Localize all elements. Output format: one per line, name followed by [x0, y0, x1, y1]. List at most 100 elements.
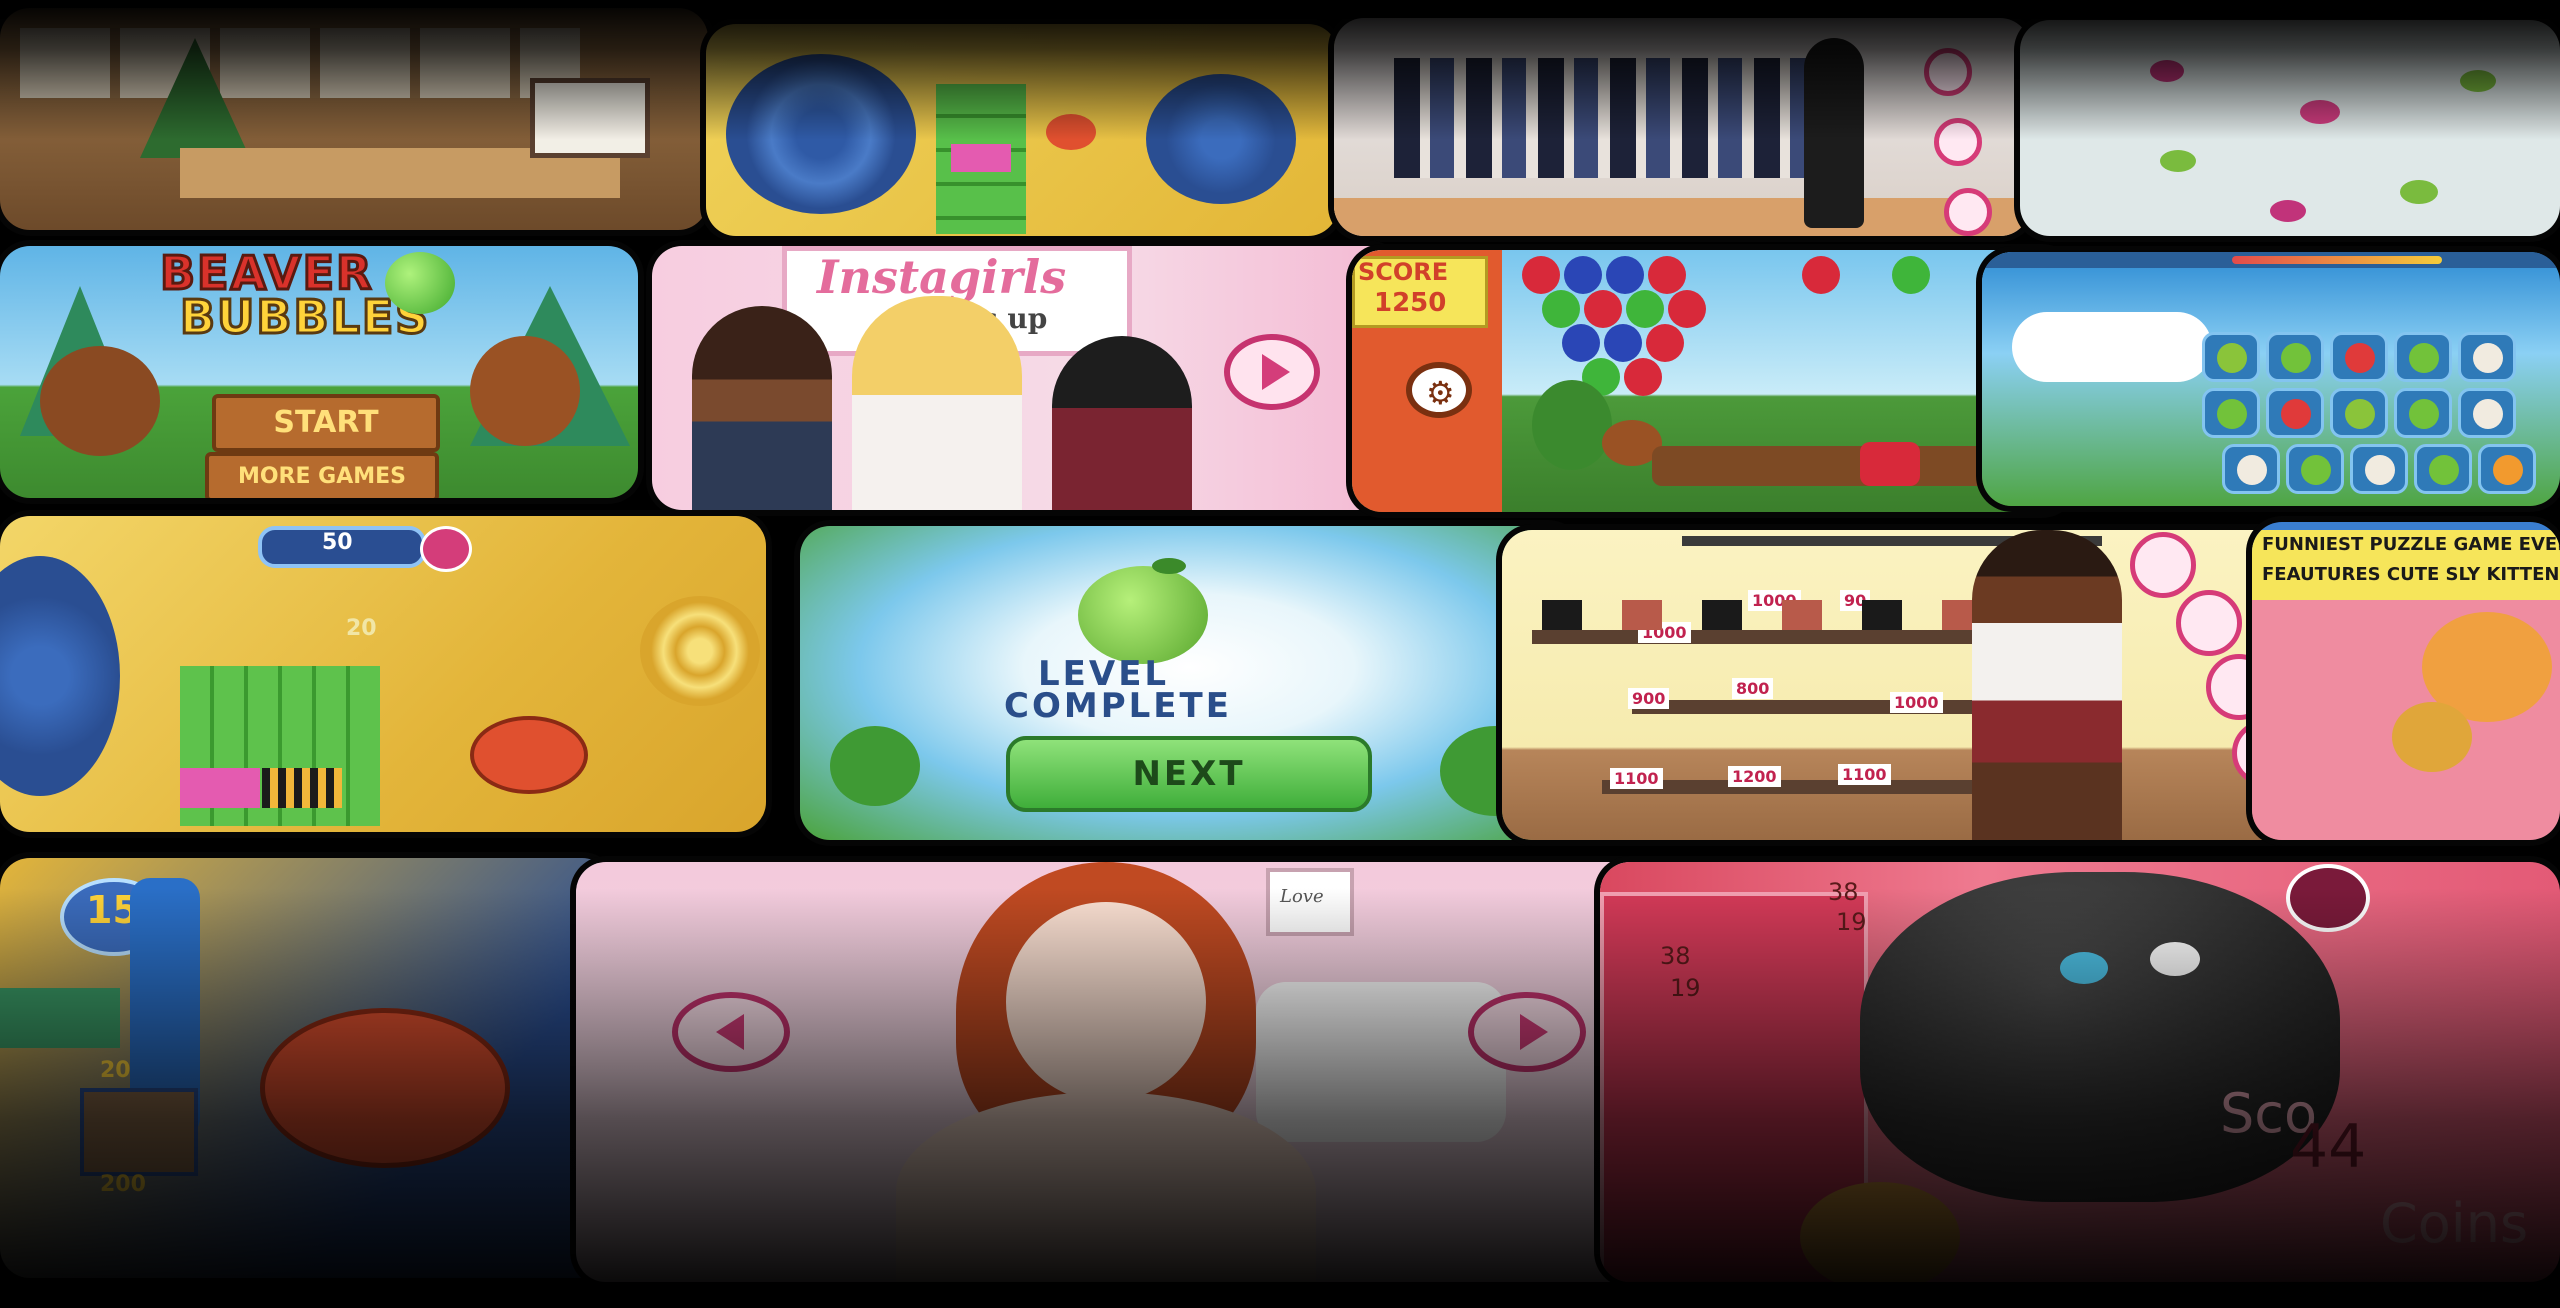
crab-character [470, 716, 588, 794]
pause-button[interactable] [2286, 864, 2370, 932]
game-tile-level-complete[interactable]: LEVEL COMPLETE NEXT [800, 526, 1578, 840]
avatar-photo [80, 1088, 198, 1176]
girl-face [1006, 902, 1206, 1102]
fruit-cell-kiwi[interactable] [2202, 332, 2260, 382]
next-icon [1520, 1014, 1548, 1050]
trophy-count-2: 38 [1828, 878, 1859, 906]
crab-small [1046, 114, 1096, 150]
category-dress-button[interactable] [2130, 532, 2196, 598]
black-cat [1860, 872, 2340, 1202]
category-top-button[interactable] [2176, 590, 2242, 656]
game-tile-block-puzzle-middle[interactable]: 50 20 [0, 516, 766, 832]
price-tag-7: 1100 [1610, 768, 1663, 789]
fruit-cell-apple[interactable] [2414, 444, 2472, 494]
green-block [0, 988, 120, 1048]
swirl-deco-right [1146, 74, 1296, 204]
fruit-cell-strawberry[interactable] [2330, 332, 2388, 382]
pause-button[interactable] [420, 526, 472, 572]
score-value: 44 [2290, 1112, 2367, 1182]
cat-eye-right [2150, 942, 2200, 976]
tree-left [830, 726, 920, 806]
game-tile-fruit-match[interactable] [1982, 252, 2560, 506]
fruit-cell-apple[interactable] [2266, 332, 2324, 382]
dot-4 [2460, 70, 2496, 92]
pillows [1256, 982, 1506, 1142]
price-tag-5: 800 [1732, 678, 1774, 699]
dot-6 [2270, 200, 2306, 222]
bubble-red-6 [1624, 358, 1662, 396]
game-tile-dress-up-girl[interactable]: Love [576, 862, 1656, 1282]
cloud [2012, 312, 2212, 382]
game-tile-block-puzzle-top[interactable] [706, 24, 1338, 236]
character-left [692, 306, 832, 510]
orange-cat-bottom [1800, 1182, 1960, 1282]
spiral-shell [640, 596, 760, 706]
crab-character [260, 1008, 510, 1168]
price-tag-9: 1100 [1838, 764, 1891, 785]
price-tag-8: 1200 [1728, 766, 1781, 787]
counter-value: 20 [100, 1058, 131, 1083]
play-icon [1262, 354, 1290, 390]
bubble-red-3 [1584, 290, 1622, 328]
fruit-cell-apple[interactable] [2394, 388, 2452, 438]
category-button-2[interactable] [1934, 118, 1982, 166]
bubble-red-5 [1646, 324, 1684, 362]
game-tile-dots-pattern[interactable] [2020, 20, 2560, 236]
bubble-blue-3 [1562, 324, 1600, 362]
monitor [530, 78, 650, 158]
next-outfit-button[interactable] [1468, 992, 1586, 1072]
fruit-cell-kiwi[interactable] [2330, 388, 2388, 438]
dot-1 [2150, 60, 2184, 82]
wooden-floor [1334, 198, 2030, 236]
game-tile-clothing-store[interactable] [1334, 18, 2030, 236]
progress-bar [2232, 256, 2442, 264]
model-character [1972, 530, 2122, 840]
beaver-right [470, 336, 580, 446]
complete-label: COMPLETE [1004, 686, 1232, 726]
fruit-cell-garlic[interactable] [2222, 444, 2280, 494]
settings-button[interactable]: ⚙ [1406, 362, 1472, 418]
game-tile-office-hidden-objects[interactable] [0, 8, 708, 230]
play-button[interactable] [1224, 334, 1320, 410]
bubble-red-1 [1522, 256, 1560, 294]
game-tile-instagirls-dress-up[interactable]: Instagirls dress up [652, 246, 1398, 510]
fruit-cell-orange[interactable] [2478, 444, 2536, 494]
start-button-label: START [273, 405, 379, 440]
apple-leaf [1152, 558, 1186, 574]
game-tile-kitten-puzzle-promo[interactable]: FUNNIEST PUZZLE GAME EVER FEAUTURES CUTE… [2252, 522, 2560, 840]
dot-2 [2300, 100, 2340, 124]
fruit-cell-strawberry[interactable] [2266, 388, 2324, 438]
game-tile-block-puzzle-bottom[interactable]: 15 20 200 [0, 858, 612, 1278]
fruit-cell-garlic[interactable] [2458, 332, 2516, 382]
fruit-cell-garlic[interactable] [2350, 444, 2408, 494]
apple-icon [1078, 566, 1208, 664]
beaver-left [40, 346, 160, 456]
fruit-cell-apple[interactable] [2394, 332, 2452, 382]
game-tile-cat-puzzle[interactable]: 38 19 38 19 Sco 44 Coins [1600, 862, 2560, 1282]
bubble-red-2 [1648, 256, 1686, 294]
game-tile-bubble-shooter[interactable]: SCORE 1250 ⚙ [1352, 250, 2072, 512]
sub-count-2: 19 [1836, 908, 1867, 936]
character-right [1052, 336, 1192, 510]
fruit-cell-apple[interactable] [2286, 444, 2344, 494]
fruit-cell-apple[interactable] [2202, 388, 2260, 438]
cat-eye-left [2060, 952, 2108, 984]
bubble-blue-1 [1564, 256, 1602, 294]
gear-icon: ⚙ [1426, 375, 1455, 411]
category-button-1[interactable] [1924, 48, 1972, 96]
fruit-cell-garlic[interactable] [2458, 388, 2516, 438]
promo-line2: FEAUTURES CUTE SLY KITTEN [2262, 564, 2560, 585]
previous-button[interactable] [672, 992, 790, 1072]
trophy-count-1: 38 [1660, 942, 1691, 970]
clothes-rack [1394, 58, 1854, 178]
bubble-red-7 [1802, 256, 1840, 294]
price-tag-6: 1000 [1890, 692, 1943, 713]
game-tile-beaver-bubbles[interactable]: BEAVER BUBBLES START MORE GAMES [0, 246, 638, 498]
tree [1532, 380, 1612, 470]
start-button[interactable]: START [212, 394, 440, 452]
more-games-button[interactable]: MORE GAMES [205, 452, 439, 498]
block-pink [951, 144, 1011, 172]
next-button[interactable]: NEXT [1006, 736, 1372, 812]
category-button-3[interactable] [1944, 188, 1992, 236]
score-value: 1250 [1374, 288, 1447, 318]
